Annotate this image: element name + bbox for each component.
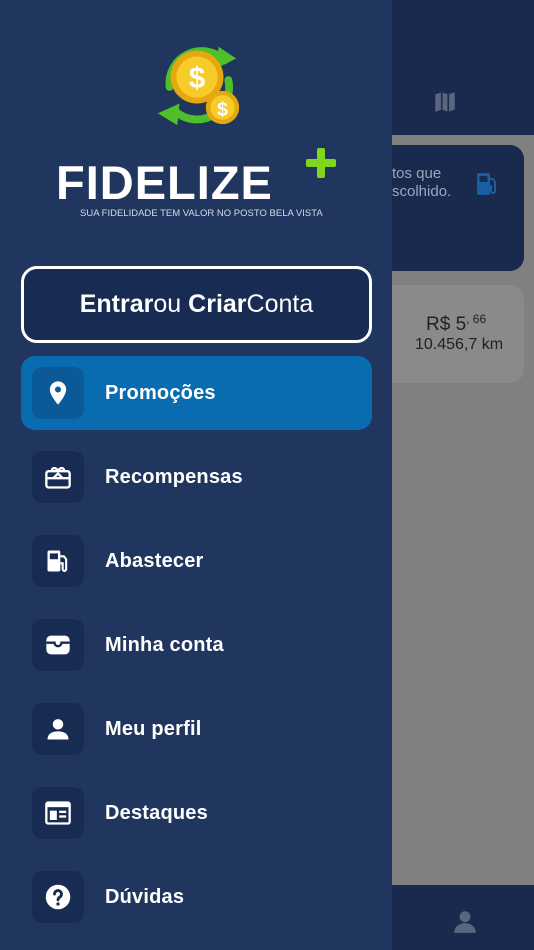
menu-item-destaques[interactable]: Destaques (21, 776, 372, 850)
login-text-create: Criar (188, 290, 247, 318)
fuel-icon (477, 173, 496, 195)
plus-icon (306, 148, 336, 178)
fuel-pump-icon (32, 535, 84, 587)
side-drawer: $ $ FIDELIZE SUA FIDELIDADE TEM VALOR NO… (0, 0, 392, 950)
coin-logo-icon: $ $ (157, 46, 240, 126)
login-signup-button[interactable]: Entrar ou Criar Conta (21, 266, 372, 343)
background-card-text: tos que scolhido. (392, 165, 452, 200)
menu-item-minha-conta[interactable]: Minha conta (21, 608, 372, 682)
menu-item-label: Meu perfil (105, 717, 202, 740)
person-icon (32, 703, 84, 755)
menu-item-label: Recompensas (105, 465, 243, 488)
user-icon[interactable] (452, 908, 478, 934)
menu-item-label: Minha conta (105, 633, 224, 656)
menu-item-meu-perfil[interactable]: Meu perfil (21, 692, 372, 766)
brand-name: FIDELIZE (56, 156, 273, 209)
wallet-icon (32, 619, 84, 671)
background-distance: 10.456,7 km (415, 336, 504, 353)
gift-card-icon (32, 451, 84, 503)
menu-item-promocoes[interactable]: Promoções (21, 356, 372, 430)
menu-item-label: Destaques (105, 801, 208, 824)
help-icon (32, 871, 84, 923)
login-text-enter: Entrar (79, 290, 154, 318)
background-price: R$ 5, 66 (426, 312, 487, 335)
menu-item-label: Dúvidas (105, 885, 185, 908)
svg-text:$: $ (217, 98, 228, 120)
menu-item-duvidas[interactable]: Dúvidas (21, 860, 372, 934)
menu-item-abastecer[interactable]: Abastecer (21, 524, 372, 598)
location-pin-icon (32, 367, 84, 419)
menu-item-label: Promoções (105, 381, 216, 404)
newspaper-icon (32, 787, 84, 839)
svg-text:$: $ (189, 62, 205, 95)
menu-item-label: Abastecer (105, 549, 204, 572)
brand-tagline: SUA FIDELIDADE TEM VALOR NO POSTO BELA V… (80, 208, 323, 219)
login-text-account: Conta (246, 290, 314, 318)
login-text-or: ou (153, 290, 182, 318)
map-icon[interactable] (432, 89, 458, 115)
menu-item-recompensas[interactable]: Recompensas (21, 440, 372, 514)
